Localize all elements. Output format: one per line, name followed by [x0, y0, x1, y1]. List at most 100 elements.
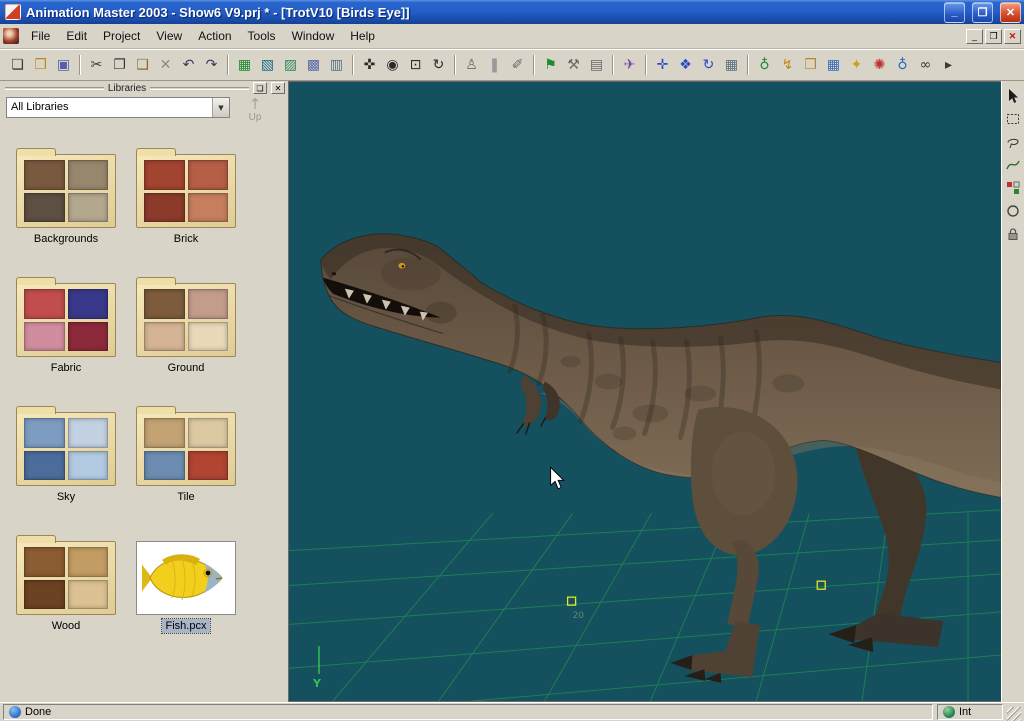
minimize-button[interactable]: _	[944, 2, 965, 23]
chevron-down-icon[interactable]: ▼	[212, 98, 229, 117]
zoom-tool-button[interactable]: ◉	[381, 54, 404, 76]
mdi-close-button[interactable]: ✕	[1004, 29, 1021, 44]
snap-to-grid-button[interactable]: ▦	[822, 54, 845, 76]
scale-manipulator-button[interactable]: ❖	[674, 54, 697, 76]
patch-select-tool[interactable]	[1004, 155, 1023, 174]
menu-item[interactable]: Tools	[240, 25, 284, 47]
viewport-canvas: 20 Y	[289, 82, 1001, 701]
new-button[interactable]: ❏	[6, 54, 29, 76]
lock-tool[interactable]	[1004, 224, 1023, 243]
library-item-label: Brick	[170, 232, 202, 246]
overflow-button[interactable]: ▸	[937, 54, 960, 76]
library-item-fabric[interactable]: Fabric	[16, 276, 116, 375]
film-button[interactable]: ▤	[585, 54, 608, 76]
menu-item[interactable]: View	[148, 25, 190, 47]
status-internet-pane: Int	[937, 704, 1003, 720]
world-button[interactable]: ♁	[753, 54, 776, 76]
status-text: Done	[25, 706, 51, 718]
folder-icon	[16, 541, 116, 615]
panel-float-button[interactable]: ❏	[253, 82, 267, 94]
project-icon[interactable]	[3, 28, 19, 44]
texture-thumbnail	[68, 160, 109, 190]
menu-item[interactable]: Project	[95, 25, 148, 47]
texture-thumbnail	[68, 322, 109, 352]
zoom-section-button[interactable]: ⊡	[404, 54, 427, 76]
library-item-fish[interactable]: Fish.pcx	[136, 534, 236, 633]
panel-close-button[interactable]: ✕	[271, 82, 285, 94]
render-flag-button[interactable]: ⚑	[539, 54, 562, 76]
library-item-sky[interactable]: Sky	[16, 405, 116, 504]
dropdown-value: All Libraries	[7, 98, 212, 117]
globe-button[interactable]: ♁	[891, 54, 914, 76]
copy-button[interactable]: ❐	[108, 54, 131, 76]
resize-grip[interactable]	[1007, 707, 1021, 721]
force-button[interactable]: ✺	[868, 54, 891, 76]
rotate-manipulator-button[interactable]: ↻	[697, 54, 720, 76]
mdi-minimize-button[interactable]: _	[966, 29, 983, 44]
texture-thumbnail	[188, 193, 229, 223]
character-button[interactable]: ♙	[460, 54, 483, 76]
menu-item[interactable]: Help	[342, 25, 383, 47]
manipulator-button[interactable]: ✐	[506, 54, 529, 76]
redo-button[interactable]: ↷	[200, 54, 223, 76]
toolbar-separator	[612, 55, 614, 75]
muscle-mode-button[interactable]: ▨	[279, 54, 302, 76]
hide-tool[interactable]	[1004, 201, 1023, 220]
texture-thumbnail	[68, 418, 109, 448]
menu-item[interactable]: Edit	[58, 25, 95, 47]
select-arrow-tool[interactable]	[1004, 86, 1023, 105]
library-button[interactable]: ❒	[799, 54, 822, 76]
cut-button[interactable]: ✂	[85, 54, 108, 76]
library-item-backgrounds[interactable]: Backgrounds	[16, 147, 116, 246]
bone-button[interactable]: ❚	[483, 54, 506, 76]
open-button[interactable]: ❒	[29, 54, 52, 76]
plane-button[interactable]: ✈	[618, 54, 641, 76]
folder-icon	[136, 154, 236, 228]
link-button[interactable]: ∞	[914, 54, 937, 76]
hammer-button[interactable]: ⚒	[562, 54, 585, 76]
turn-tool-button[interactable]: ↻	[427, 54, 450, 76]
library-item-brick[interactable]: Brick	[136, 147, 236, 246]
bound-select-tool[interactable]	[1004, 109, 1023, 128]
mdi-restore-button[interactable]: ❐	[985, 29, 1002, 44]
thumbnail-grid	[24, 160, 108, 222]
library-item-wood[interactable]: Wood	[16, 534, 116, 633]
skeletal-mode-button[interactable]: ▧	[256, 54, 279, 76]
texture-thumbnail	[68, 193, 109, 223]
texture-thumbnail	[144, 418, 185, 448]
key-button[interactable]: ✦	[845, 54, 868, 76]
viewport[interactable]: 20 Y	[288, 81, 1001, 702]
delete-button[interactable]: ✕	[154, 54, 177, 76]
library-item-tile[interactable]: Tile	[136, 405, 236, 504]
chart-button[interactable]: ▥	[325, 54, 348, 76]
menu-item[interactable]: Window	[284, 25, 343, 47]
lasso-tool[interactable]	[1004, 132, 1023, 151]
dynamics-mode-button[interactable]: ▩	[302, 54, 325, 76]
save-all-button[interactable]: ▣	[52, 54, 75, 76]
up-button[interactable]: ↑ Up	[238, 97, 272, 123]
menu-item[interactable]: Action	[190, 25, 239, 47]
toolbar-separator	[79, 55, 81, 75]
group-tool[interactable]	[1004, 178, 1023, 197]
maximize-button[interactable]: ❐	[972, 2, 993, 23]
app-icon[interactable]	[5, 4, 21, 20]
library-filter-dropdown[interactable]: All Libraries ▼	[6, 97, 230, 118]
lightning-button[interactable]: ↯	[776, 54, 799, 76]
folder-icon	[16, 154, 116, 228]
thumbnail-grid	[144, 160, 228, 222]
translate-manipulator-button[interactable]: ✛	[651, 54, 674, 76]
folder-icon	[16, 283, 116, 357]
paste-button[interactable]: ❑	[131, 54, 154, 76]
texture-thumbnail	[144, 160, 185, 190]
up-button-label: Up	[249, 112, 262, 123]
pan-tool-button[interactable]: ✜	[358, 54, 381, 76]
library-item-ground[interactable]: Ground	[136, 276, 236, 375]
main-area: Libraries ❏ ✕ All Libraries ▼ ↑ Up	[0, 81, 1024, 702]
undo-button[interactable]: ↶	[177, 54, 200, 76]
menu-item[interactable]: File	[23, 25, 58, 47]
modeling-mode-button[interactable]: ▦	[233, 54, 256, 76]
close-button[interactable]: ✕	[1000, 2, 1021, 23]
library-item-label: Sky	[53, 490, 79, 504]
wireframe-button[interactable]: ▦	[720, 54, 743, 76]
texture-thumbnail	[144, 193, 185, 223]
